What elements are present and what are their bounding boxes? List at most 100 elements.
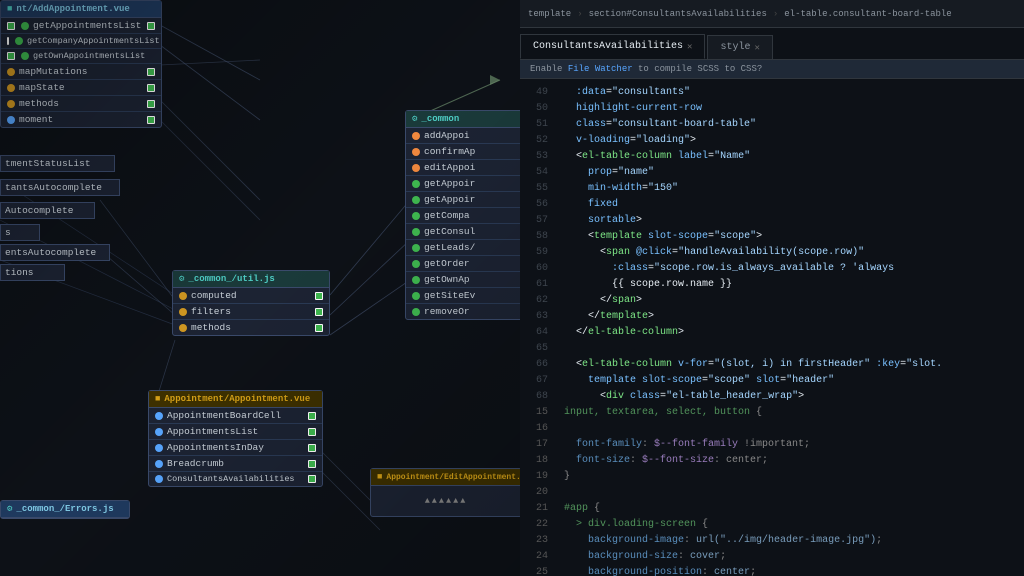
dot-icon — [7, 84, 15, 92]
partial-label-6: tions — [0, 264, 65, 281]
scss-bar: Enable File Watcher to compile SCSS to C… — [520, 60, 1024, 79]
code-line: prop="name" — [564, 165, 1016, 181]
code-line: :class="scope.row.is_always_available ? … — [564, 261, 1016, 277]
partial-label-1: tmentStatusList — [0, 155, 115, 172]
dot-icon — [412, 308, 420, 316]
dot-icon — [412, 276, 420, 284]
row-label: getAppoir — [424, 178, 475, 189]
node-util: ⚙ _common_/util.js computed filters meth… — [172, 270, 330, 336]
code-line: font-size: $--font-size: center; — [564, 453, 1016, 469]
node-header: ■ Appointment/Appointment.vue — [149, 391, 322, 408]
code-line: template slot-scope="scope" slot="header… — [564, 373, 1016, 389]
row-label: getLeads/ — [424, 242, 475, 253]
node-title: Appointment/Appointment.vue — [164, 394, 310, 404]
dot-icon — [7, 100, 15, 108]
code-line: fixed — [564, 197, 1016, 213]
node-title: _common_/Errors.js — [16, 504, 113, 514]
dot-icon — [412, 196, 420, 204]
row-label: editAppoi — [424, 162, 475, 173]
breadcrumb-part-1: template — [528, 9, 571, 19]
tab-close-icon[interactable]: ✕ — [687, 42, 692, 52]
port — [147, 22, 155, 30]
dot-icon — [155, 412, 163, 420]
tab-consultants-availabilities[interactable]: ConsultantsAvailabilities ✕ — [520, 34, 705, 59]
tab-style[interactable]: style ✕ — [707, 35, 772, 59]
code-line: background-position: center; — [564, 565, 1016, 576]
code-line: {{ scope.row.name }} — [564, 277, 1016, 293]
tab-close-icon[interactable]: ✕ — [754, 43, 759, 53]
port — [147, 68, 155, 76]
row-label: getAppointmentsList — [33, 20, 141, 31]
dot-icon — [412, 228, 420, 236]
row-label: methods — [191, 322, 231, 333]
port — [147, 84, 155, 92]
node-appointment: ■ Appointment/Appointment.vue Appointmen… — [148, 390, 323, 487]
row-label: getSiteEv — [424, 290, 475, 301]
port — [315, 292, 323, 300]
row-label: mapMutations — [19, 66, 87, 77]
row-label: getConsul — [424, 226, 475, 237]
editor-tabs: ConsultantsAvailabilities ✕ style ✕ — [520, 28, 1024, 60]
code-line: sortable> — [564, 213, 1016, 229]
code-line: <el-table-column label="Name" — [564, 149, 1016, 165]
node-row: getSiteEv — [406, 288, 520, 304]
node-row: getAppoir — [406, 176, 520, 192]
code-line: highlight-current-row — [564, 101, 1016, 117]
port — [308, 412, 316, 420]
port — [147, 100, 155, 108]
partial-label-2: tantsAutocomplete — [0, 179, 120, 196]
node-title: Appointment/EditAppointment.vue — [386, 473, 520, 482]
dot-icon — [21, 22, 29, 30]
code-line: background-image: url("../img/header-ima… — [564, 533, 1016, 549]
dot-icon — [155, 444, 163, 452]
node-row: getOrder — [406, 256, 520, 272]
port — [308, 460, 316, 468]
node-row: computed — [173, 288, 329, 304]
dot-icon — [21, 52, 29, 60]
node-header: ⚙ _common — [406, 111, 520, 128]
code-panel: template › section#ConsultantsAvailabili… — [520, 0, 1024, 576]
node-errors: ⚙ _common_/Errors.js — [0, 500, 130, 519]
partial-label-5: entsAutocomplete — [0, 244, 110, 261]
dot-icon — [412, 180, 420, 188]
port — [308, 428, 316, 436]
row-label: getCompa — [424, 210, 470, 221]
code-line: <div class="el-table_header_wrap"> — [564, 389, 1016, 405]
port — [7, 52, 15, 60]
dot-icon — [155, 428, 163, 436]
dot-icon — [7, 116, 15, 124]
dot-icon — [412, 244, 420, 252]
row-label: AppointmentsInDay — [167, 442, 264, 453]
port — [7, 37, 9, 45]
dot-icon — [412, 292, 420, 300]
node-row: getAppoir — [406, 192, 520, 208]
node-row: filters — [173, 304, 329, 320]
row-label: computed — [191, 290, 237, 301]
row-label: getOwnAp — [424, 274, 470, 285]
breadcrumb-bar: template › section#ConsultantsAvailabili… — [520, 0, 1024, 28]
code-line: :data="consultants" — [564, 85, 1016, 101]
node-row: getLeads/ — [406, 240, 520, 256]
row-label: mapState — [19, 82, 65, 93]
row-label: getCompanyAppointmentsList — [27, 36, 160, 46]
row-label: Breadcrumb — [167, 458, 224, 469]
breadcrumb-part-3: el-table.consultant-board-table — [784, 9, 951, 19]
breadcrumb-sep: › — [577, 9, 582, 19]
dot-icon — [15, 37, 23, 45]
line-numbers: 49 50 51 52 53 54 55 56 57 58 59 60 61 6… — [520, 79, 556, 576]
row-label: AppointmentsList — [167, 426, 258, 437]
node-row: Breadcrumb — [149, 456, 322, 472]
node-title: _common_/util.js — [188, 274, 274, 284]
code-content: :data="consultants" highlight-current-ro… — [556, 79, 1024, 576]
node-row: editAppoi — [406, 160, 520, 176]
file-watcher-link[interactable]: File Watcher — [568, 64, 633, 74]
node-row: removeOr — [406, 304, 520, 319]
row-label: filters — [191, 306, 231, 317]
code-line: > div.loading-screen { — [564, 517, 1016, 533]
node-row: methods — [173, 320, 329, 335]
node-row: AppointmentsInDay — [149, 440, 322, 456]
row-label: removeOr — [424, 306, 470, 317]
code-line: v-loading="loading"> — [564, 133, 1016, 149]
diagram-panel: ■ nt/AddAppointment.vue getAppointmentsL… — [0, 0, 520, 576]
row-label: ConsultantsAvailabilities — [167, 474, 295, 484]
